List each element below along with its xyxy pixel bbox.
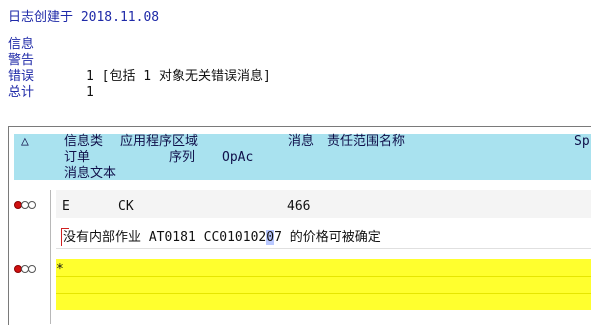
row-msgno-cell: 466 — [287, 199, 311, 214]
message-text-before: 没有内部作业 AT0181 CC010102 — [63, 230, 267, 245]
table-row[interactable] — [56, 190, 591, 218]
summary-info-label: 信息 — [8, 37, 35, 52]
table-row-highlighted[interactable] — [56, 259, 591, 310]
error-traffic-light-icon[interactable] — [14, 201, 44, 211]
summary-error-label: 错误 — [8, 69, 35, 84]
row-asterisk-marker: * — [56, 262, 64, 277]
sort-triangle-icon[interactable]: △ — [21, 134, 29, 150]
log-created-heading: 日志创建于 2018.11.08 — [8, 10, 160, 25]
row-app-area-cell: CK — [118, 199, 134, 214]
message-text-after: 7 的价格可被确定 — [274, 230, 381, 245]
col-header-app-area[interactable]: 应用程序区域 — [120, 134, 198, 150]
col-header-sp[interactable]: Sp — [574, 134, 590, 150]
col-header-msgtext[interactable]: 消息文本 — [64, 166, 116, 182]
col-header-seq[interactable]: 序列 — [169, 150, 195, 166]
summary-total-value: 1 — [86, 85, 94, 100]
error-traffic-light-icon[interactable] — [14, 265, 44, 275]
col-header-opac[interactable]: OpAc — [222, 150, 253, 166]
col-header-msgno[interactable]: 消息 — [288, 134, 314, 150]
summary-error-value: 1 [包括 1 对象无关错误消息] — [86, 69, 271, 84]
grid-column-divider — [50, 190, 51, 324]
col-header-resp-area[interactable]: 责任范围名称 — [327, 134, 405, 150]
message-text-cursor: 0 — [266, 230, 275, 245]
message-text-cell[interactable]: 没有内部作业 AT0181 CC01010207 的价格可被确定 — [63, 230, 381, 246]
row-msgtype-cell: E — [62, 199, 70, 214]
col-header-order[interactable]: 订单 — [64, 150, 90, 166]
summary-warning-label: 警告 — [8, 53, 35, 68]
col-header-msgtype[interactable]: 信息类 — [64, 134, 103, 150]
summary-total-label: 总计 — [8, 85, 35, 100]
